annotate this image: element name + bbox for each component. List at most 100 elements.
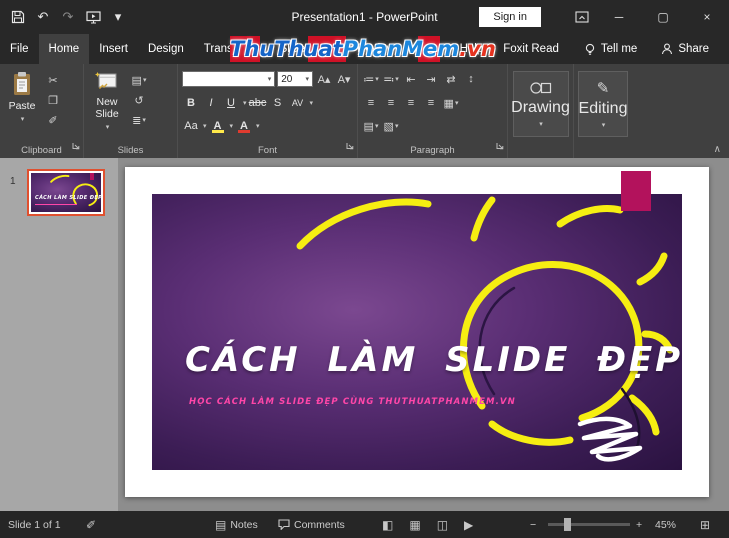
minimize-button[interactable]: ─ [597,0,641,34]
tab-home[interactable]: Home [38,34,90,64]
ribbon-tab-row: File Home Insert Design Transitions Slid… [0,34,729,64]
zoom-slider[interactable] [548,518,630,531]
tab-help[interactable]: Help [450,34,494,64]
decrease-indent-button[interactable]: ⇤ [402,70,420,88]
slide-thumbnail-panel[interactable]: 1 CÁCH LÀM SLIDE ĐẸP [0,158,118,511]
status-bar: Slide 1 of 1 ✐ ▤ Notes Comments ◧ ▦ ◫ ▶ … [0,511,729,538]
zoom-slider-thumb[interactable] [564,518,571,531]
share-label: Share [678,43,709,55]
notes-button[interactable]: ▤ Notes [215,511,258,538]
cut-button[interactable]: ✂ [44,71,62,89]
zoom-level[interactable]: 45% [655,511,676,538]
sign-in-button[interactable]: Sign in [479,7,541,27]
lightbulb-drawing [296,196,674,462]
tab-design[interactable]: Design [138,34,194,64]
tab-slide-show[interactable]: Slide Show [270,34,348,64]
text-direction-button[interactable]: ⇄ [442,70,460,88]
tell-me-button[interactable]: Tell me [572,34,649,64]
share-button[interactable]: Share [649,34,729,64]
strikethrough-button[interactable]: abc [249,94,267,112]
undo-button[interactable]: ↶ [31,4,55,30]
shrink-font-button[interactable]: A▾ [335,70,353,88]
comments-button[interactable]: Comments [278,511,345,538]
columns-button[interactable]: ▦ ▾ [442,94,460,112]
drawing-button[interactable]: Drawing ▾ [511,71,570,137]
paste-icon [14,72,30,95]
slide-subtitle-text[interactable]: HỌC CÁCH LÀM SLIDE ĐẸP CÙNG THUTHUATPHAN… [189,397,516,407]
tab-view[interactable]: View [405,34,450,64]
grow-font-button[interactable]: A▴ [315,70,333,88]
highlight-dropdown-icon[interactable]: ▾ [230,122,234,130]
change-case-button[interactable]: Aa [182,117,200,135]
ink-button[interactable]: ✐ [86,511,96,538]
copy-button[interactable]: ❐ [44,91,62,109]
section-button[interactable]: ≣ ▾ [130,111,148,129]
redo-button[interactable]: ↷ [56,4,80,30]
slide-sorter-view-button[interactable]: ▦ [409,518,420,532]
tab-transitions[interactable]: Transitions [194,34,270,64]
align-right-button[interactable]: ≡ [402,94,420,112]
bold-button[interactable]: B [182,94,200,112]
slide-thumbnail[interactable]: CÁCH LÀM SLIDE ĐẸP [27,169,105,216]
line-spacing-button[interactable]: ↕ [462,70,480,88]
editing-button[interactable]: ✎ Editing ▾ [578,71,628,137]
change-case-dropdown-icon[interactable]: ▾ [203,122,207,130]
slide-layout-button[interactable]: ▤ ▾ [130,71,148,89]
zoom-in-button[interactable]: + [636,511,642,538]
bookmark-shape[interactable] [621,171,651,211]
character-spacing-button[interactable]: AV [289,94,307,112]
font-color-button[interactable]: A [235,117,253,135]
paste-button[interactable]: Paste ▾ [0,64,44,129]
customize-qat-button[interactable]: ▾ [106,4,130,30]
font-dialog-launcher[interactable] [346,137,354,155]
highlight-color-button[interactable]: A [209,117,227,135]
reading-view-button[interactable]: ◫ [437,518,448,532]
close-button[interactable]: × [685,0,729,34]
tab-insert[interactable]: Insert [89,34,138,64]
format-painter-button[interactable]: ✐ [44,111,62,129]
font-size-combo[interactable]: 20 ▾ [277,71,313,87]
ribbon-display-options-button[interactable] [567,0,597,34]
slide-background-image[interactable]: CÁCH LÀM SLIDE ĐẸP HỌC CÁCH LÀM SLIDE ĐẸ… [152,194,682,470]
slide-editor[interactable]: CÁCH LÀM SLIDE ĐẸP HỌC CÁCH LÀM SLIDE ĐẸ… [125,167,709,497]
paragraph-group-label: Paragraph [410,145,455,156]
text-shadow-button[interactable]: S [269,94,287,112]
align-left-button[interactable]: ≡ [362,94,380,112]
underline-button[interactable]: U [222,94,240,112]
justify-button[interactable]: ≡ [422,94,440,112]
save-button[interactable] [6,4,30,30]
new-slide-button[interactable]: New Slide ▾ [84,64,130,131]
numbering-button[interactable]: ≕ ▾ [382,70,400,88]
start-slideshow-button[interactable] [81,4,105,30]
underline-dropdown-icon[interactable]: ▾ [243,99,247,107]
font-color-swatch [238,129,251,133]
normal-view-button[interactable]: ◧ [382,518,393,532]
bullets-button[interactable]: ≔ ▾ [362,70,380,88]
character-spacing-dropdown-icon[interactable]: ▾ [310,99,314,107]
maximize-button[interactable]: ▢ [641,0,685,34]
convert-smartart-button[interactable]: ▧ ▾ [382,117,400,135]
tab-review[interactable]: Review [347,34,405,64]
clipboard-dialog-launcher[interactable] [72,137,80,155]
italic-button[interactable]: I [202,94,220,112]
align-center-button[interactable]: ≡ [382,94,400,112]
slide-title-text[interactable]: CÁCH LÀM SLIDE ĐẸP [185,340,682,380]
editing-label: Editing [578,100,628,117]
monitor-play-icon [85,10,101,24]
align-text-button[interactable]: ▤ ▾ [362,117,380,135]
tab-foxit[interactable]: Foxit Read [493,34,569,64]
slideshow-view-button[interactable]: ▶ [464,518,473,532]
ribbon-group-slides: New Slide ▾ ▤ ▾ ↺ ≣ ▾ Slides [84,64,178,158]
reset-slide-button[interactable]: ↺ [130,91,148,109]
collapse-ribbon-button[interactable]: ∧ [714,144,721,155]
paragraph-dialog-launcher[interactable] [496,137,504,155]
zoom-out-button[interactable]: − [530,511,536,538]
tab-file[interactable]: File [0,34,39,64]
increase-indent-button[interactable]: ⇥ [422,70,440,88]
font-color-dropdown-icon[interactable]: ▾ [256,122,260,130]
font-name-combo[interactable]: ▾ [182,71,276,87]
slide-number: 1 [10,176,16,187]
fit-slide-button[interactable]: ⊞ [700,511,710,538]
ribbon-group-editing: ✎ Editing ▾ [574,64,632,158]
paste-label: Paste [8,100,36,112]
